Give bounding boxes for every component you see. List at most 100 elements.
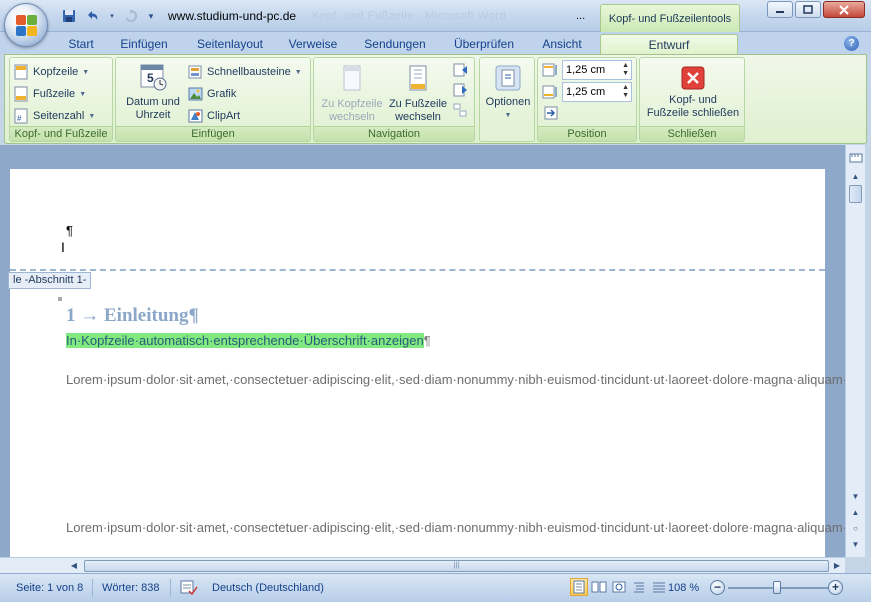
title-ellipsis: ... [576, 10, 586, 22]
language[interactable]: Deutsch (Deutschland) [212, 582, 324, 594]
kopfzeile-icon [14, 64, 29, 80]
close-label-2: Fußzeile schließen [646, 107, 740, 119]
fusszeile-button[interactable]: Fußzeile ▼ [14, 84, 86, 104]
horizontal-scrollbar[interactable]: ◀ ||| ▶ [0, 557, 845, 573]
goto-footer-icon [407, 64, 429, 94]
spin-arrows-icon[interactable]: ▲ ▼ [622, 84, 629, 100]
print-layout-view-icon[interactable] [570, 578, 588, 596]
scroll-up-icon[interactable]: ▲ [848, 169, 863, 184]
seitenzahl-label: Seitenzahl [33, 110, 85, 122]
tab-sendungen[interactable]: Sendungen [360, 34, 430, 54]
spin-arrows-icon[interactable]: ▲ ▼ [622, 62, 629, 78]
zoom-slider-knob[interactable] [773, 581, 781, 594]
close-header-footer-button[interactable]: Kopf- und Fußzeile schließen [642, 66, 744, 120]
horizontal-scroll-thumb[interactable]: ||| [84, 560, 829, 572]
tab-start[interactable]: Start [60, 34, 102, 54]
group-kopf-fusszeile: Kopfzeile ▼ Fußzeile ▼ # Seitenzahl ▼ Ko… [9, 57, 113, 142]
zoom-level[interactable]: 108 % [668, 582, 699, 594]
browse-object-icon[interactable]: ○ [848, 521, 863, 536]
zu-kopfzeile-button[interactable]: Zu Kopfzeile wechseln [318, 64, 386, 124]
office-button[interactable] [4, 3, 48, 47]
tab-seitenlayout[interactable]: Seitenlayout [192, 34, 268, 54]
header-position-value: 1,25 cm [566, 64, 606, 76]
quick-access-toolbar: ▾ ▾ [60, 6, 156, 26]
document-page[interactable]: ¶ I le -Abschnitt 1- 1 → Einleitung¶ In·… [8, 169, 845, 557]
kopfzeile-label: Kopfzeile [33, 66, 79, 78]
context-tool-header: Kopf- und Fußzeilentools [600, 4, 740, 32]
word-count[interactable]: Wörter: 838 [102, 582, 159, 594]
save-icon[interactable] [60, 7, 78, 25]
grafik-button[interactable]: Grafik [188, 84, 236, 104]
options-icon [494, 64, 522, 92]
tab-einfuegen[interactable]: Einfügen [114, 34, 174, 54]
scroll-down-icon[interactable]: ▼ [848, 489, 863, 504]
picture-icon [188, 86, 203, 102]
vertical-scrollbar[interactable]: ▲ ▼ ▲ ○ ▼ [845, 145, 865, 557]
zoom-in-icon[interactable]: + [828, 580, 843, 595]
maximize-button[interactable] [795, 1, 821, 18]
header-position-input[interactable]: 1,25 cm ▲ ▼ [562, 60, 632, 80]
help-icon[interactable]: ? [844, 36, 859, 51]
tab-verweise[interactable]: Verweise [284, 34, 342, 54]
redo-icon[interactable] [122, 7, 140, 25]
seitenzahl-button[interactable]: # Seitenzahl ▼ [14, 106, 95, 126]
paragraph-2[interactable]: Lorem·ipsum·dolor·sit·amet,·consectetuer… [66, 517, 845, 540]
highlighted-line[interactable]: In·Kopfzeile·automatisch·entsprechende·Ü… [66, 333, 431, 348]
window-title: www.studium-und-pc.de [168, 9, 297, 23]
datum-uhrzeit-button[interactable]: 5 Datum und Uhrzeit [120, 62, 186, 122]
clipart-button[interactable]: ClipArt [188, 106, 240, 126]
clipart-icon [188, 108, 203, 124]
group-navigation: Zu Kopfzeile wechseln Zu Fußzeile wechse… [313, 57, 475, 142]
schnellbausteine-label: Schnellbausteine [207, 66, 291, 78]
kopfzeile-button[interactable]: Kopfzeile ▼ [14, 62, 89, 82]
header-paragraph-mark[interactable]: ¶ [66, 223, 73, 238]
quickparts-icon [188, 64, 203, 80]
window-controls [767, 1, 865, 18]
ruler-toggle-icon[interactable] [848, 151, 863, 166]
customize-qat-icon[interactable]: ▾ [146, 7, 156, 25]
tab-ueberpruefen[interactable]: Überprüfen [448, 34, 520, 54]
seitenzahl-icon: # [14, 108, 29, 124]
fullscreen-reading-view-icon[interactable] [590, 578, 608, 596]
close-button[interactable] [823, 1, 865, 18]
insert-alignment-tab-icon[interactable] [544, 106, 558, 123]
page-count[interactable]: Seite: 1 von 8 [16, 582, 83, 594]
fusszeile-label: Fußzeile [33, 88, 76, 100]
paragraph-1[interactable]: Lorem·ipsum·dolor·sit·amet,·consectetuer… [66, 369, 845, 392]
tab-ansicht[interactable]: Ansicht [536, 34, 588, 54]
next-page-icon[interactable]: ▼ [848, 537, 863, 552]
zu-fusszeile-button[interactable]: Zu Fußzeile wechseln [386, 64, 450, 124]
outline-view-icon[interactable] [630, 578, 648, 596]
datum-label-2: Uhrzeit [135, 109, 171, 121]
group-optionen: Optionen ▼ [479, 57, 535, 142]
zoom-out-icon[interactable]: − [710, 580, 725, 595]
link-previous-icon[interactable] [452, 102, 468, 121]
vertical-scroll-thumb[interactable] [849, 185, 862, 203]
previous-page-icon[interactable]: ▲ [848, 505, 863, 520]
undo-dropdown-icon[interactable]: ▾ [108, 7, 116, 25]
document-title: Kopf- und Fußzeile - Microsoft Word [312, 10, 506, 22]
svg-text:#: # [17, 114, 22, 123]
previous-section-icon[interactable] [452, 62, 468, 81]
heading-einleitung[interactable]: 1 → Einleitung¶ [66, 305, 199, 327]
optionen-button[interactable]: Optionen ▼ [482, 64, 534, 122]
group-label: Kopf- und Fußzeile [10, 126, 112, 141]
zoom-slider[interactable] [728, 581, 828, 594]
group-schliessen: Kopf- und Fußzeile schließen Schließen [639, 57, 745, 142]
minimize-button[interactable] [767, 1, 793, 18]
proofing-icon[interactable] [180, 579, 198, 598]
group-einfuegen: 5 Datum und Uhrzeit Schnellbausteine ▼ G… [115, 57, 311, 142]
schnellbausteine-button[interactable]: Schnellbausteine ▼ [188, 62, 302, 82]
datum-label-1: Datum und [126, 96, 180, 108]
close-icon [681, 66, 705, 90]
undo-icon[interactable] [84, 7, 102, 25]
draft-view-icon[interactable] [650, 578, 668, 596]
web-layout-view-icon[interactable] [610, 578, 628, 596]
scroll-left-icon[interactable]: ◀ [66, 558, 82, 574]
next-section-icon[interactable] [452, 82, 468, 101]
chevron-down-icon: ▼ [82, 68, 90, 76]
scroll-right-icon[interactable]: ▶ [829, 558, 845, 574]
tab-entwurf[interactable]: Entwurf [600, 34, 738, 54]
footer-bottom-icon [542, 85, 558, 102]
footer-position-input[interactable]: 1,25 cm ▲ ▼ [562, 82, 632, 102]
